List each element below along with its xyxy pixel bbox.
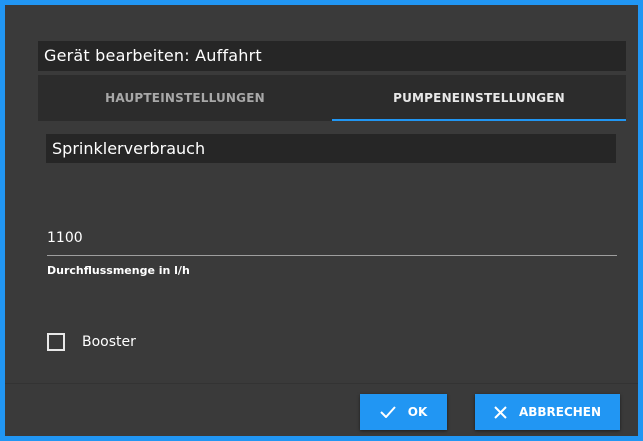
flow-rate-label: Durchflussmenge in l/h (47, 264, 190, 277)
footer-divider (5, 383, 638, 384)
flow-rate-input[interactable] (47, 220, 617, 256)
tab-main-settings[interactable]: HAUPTEINSTELLUNGEN (38, 75, 332, 121)
check-icon (380, 406, 396, 418)
booster-label: Booster (82, 334, 136, 350)
tab-bar: HAUPTEINSTELLUNGEN PUMPENEINSTELLUNGEN (38, 75, 626, 121)
section-title-sprinkler-consumption: Sprinklerverbrauch (46, 134, 616, 163)
booster-checkbox-row[interactable]: Booster (47, 333, 136, 351)
edit-device-dialog: Gerät bearbeiten: Auffahrt HAUPTEINSTELL… (5, 5, 638, 436)
cancel-button-label: ABBRECHEN (518, 405, 602, 419)
booster-checkbox[interactable] (47, 333, 65, 351)
close-icon (494, 405, 507, 419)
tab-pump-settings[interactable]: PUMPENEINSTELLUNGEN (332, 75, 626, 121)
ok-button[interactable]: OK (360, 394, 447, 430)
cancel-button[interactable]: ABBRECHEN (475, 394, 620, 430)
ok-button-label: OK (407, 405, 428, 419)
dialog-title: Gerät bearbeiten: Auffahrt (38, 41, 626, 71)
